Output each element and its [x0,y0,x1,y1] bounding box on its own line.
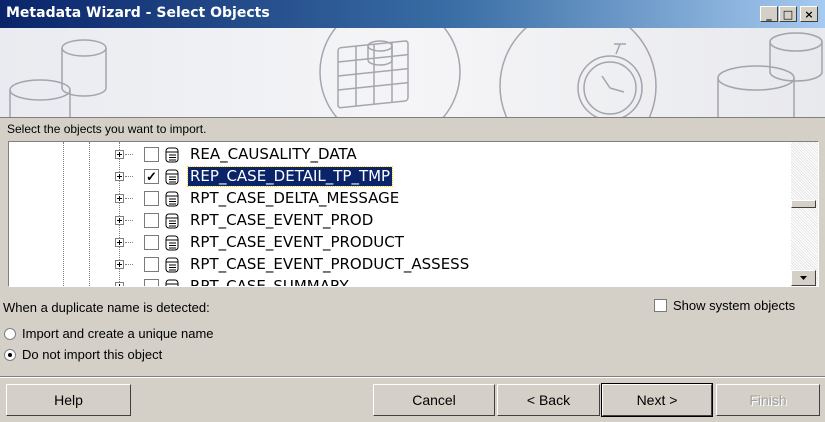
duplicate-name-label: When a duplicate name is detected: [3,300,210,315]
tree-row[interactable]: RPT_CASE_EVENT_PROD [115,211,775,233]
tree-connector [125,242,133,243]
cancel-button[interactable]: Cancel [373,384,495,416]
expand-plus-icon[interactable] [115,216,124,225]
row-label: RPT_CASE_SUMMARY [190,277,349,286]
tree-row[interactable]: ✓ REP_CASE_DETAIL_TP_TMP [115,166,775,189]
row-checkbox[interactable] [144,213,159,228]
show-system-objects-label: Show system objects [673,298,796,313]
maximize-button[interactable]: □ [779,6,797,22]
radio-label: Import and create a unique name [22,326,214,341]
back-button[interactable]: < Back [497,384,600,416]
table-icon [165,257,179,273]
next-button[interactable]: Next > [601,383,713,417]
help-button[interactable]: Help [6,384,131,416]
row-checkbox[interactable] [144,257,159,272]
tree-viewport: REA_CAUSALITY_DATA ✓ REP_CASE_DETAIL_TP_… [9,142,792,286]
expand-plus-icon[interactable] [115,172,124,181]
radio-label: Do not import this object [22,347,163,362]
table-icon [165,147,179,163]
radio-button-selected[interactable] [4,348,16,361]
separator [0,376,825,378]
row-checkbox-checked[interactable]: ✓ [144,169,159,184]
tree-row[interactable]: RPT_CASE_EVENT_PRODUCT_ASSESS [115,255,775,277]
table-icon [165,169,179,185]
row-label: RPT_CASE_DELTA_MESSAGE [190,189,400,207]
window-title: Metadata Wizard - Select Objects [6,5,270,21]
row-label: REA_CAUSALITY_DATA [190,145,357,163]
tree-row[interactable]: RPT_CASE_DELTA_MESSAGE [115,189,775,211]
show-system-objects-checkbox[interactable]: Show system objects [654,298,795,313]
metadata-wizard-window: Metadata Wizard - Select Objects _ □ × S… [0,0,825,422]
banner-artwork [9,28,823,117]
wizard-banner [0,28,825,118]
checkmark-icon: ✓ [146,169,157,184]
expand-plus-icon[interactable] [115,282,124,286]
row-checkbox[interactable] [144,235,159,250]
row-label: RPT_CASE_EVENT_PRODUCT [190,233,404,251]
table-icon [165,191,179,207]
expand-plus-icon[interactable] [115,150,124,159]
scroll-down-button[interactable] [791,270,816,286]
table-icon [165,279,179,286]
tree-row[interactable]: REA_CAUSALITY_DATA [115,145,775,167]
instruction-text: Select the objects you want to import. [7,122,207,136]
scrollbar-thumb[interactable] [791,200,816,208]
expand-plus-icon[interactable] [115,194,124,203]
title-bar[interactable]: Metadata Wizard - Select Objects _ □ × [0,0,825,28]
row-label-selected: REP_CASE_DETAIL_TP_TMP [186,166,394,187]
tree-connector [125,264,133,265]
object-tree[interactable]: REA_CAUSALITY_DATA ✓ REP_CASE_DETAIL_TP_… [8,141,819,287]
tree-guide-line [89,142,90,286]
expand-plus-icon[interactable] [115,260,124,269]
tree-connector [125,198,133,199]
expand-plus-icon[interactable] [115,238,124,247]
finish-button[interactable]: Finish [716,384,820,416]
tree-row[interactable]: RPT_CASE_SUMMARY [115,277,775,286]
tree-row[interactable]: RPT_CASE_EVENT_PRODUCT [115,233,775,255]
table-icon [165,235,179,251]
radio-import-unique[interactable]: Import and create a unique name [4,326,214,341]
checkbox-box[interactable] [654,299,667,312]
minimize-button[interactable]: _ [760,6,778,22]
tree-connector [125,154,133,155]
radio-dot-icon [8,352,12,357]
row-label: RPT_CASE_EVENT_PROD [190,211,374,229]
tree-guide-line [63,142,64,286]
close-icon: × [804,7,814,21]
row-checkbox[interactable] [144,191,159,206]
row-checkbox[interactable] [144,147,159,162]
radio-button[interactable] [4,327,16,340]
radio-do-not-import[interactable]: Do not import this object [4,347,162,362]
table-icon [165,213,179,229]
row-label: RPT_CASE_EVENT_PRODUCT_ASSESS [190,255,470,273]
maximize-icon: □ [782,7,794,21]
minimize-icon: _ [766,7,772,21]
arrow-down-icon [800,276,807,280]
tree-connector [125,220,133,221]
vertical-scrollbar[interactable] [791,142,818,286]
tree-connector [125,176,133,177]
row-checkbox[interactable] [144,279,159,286]
close-button[interactable]: × [800,6,818,22]
